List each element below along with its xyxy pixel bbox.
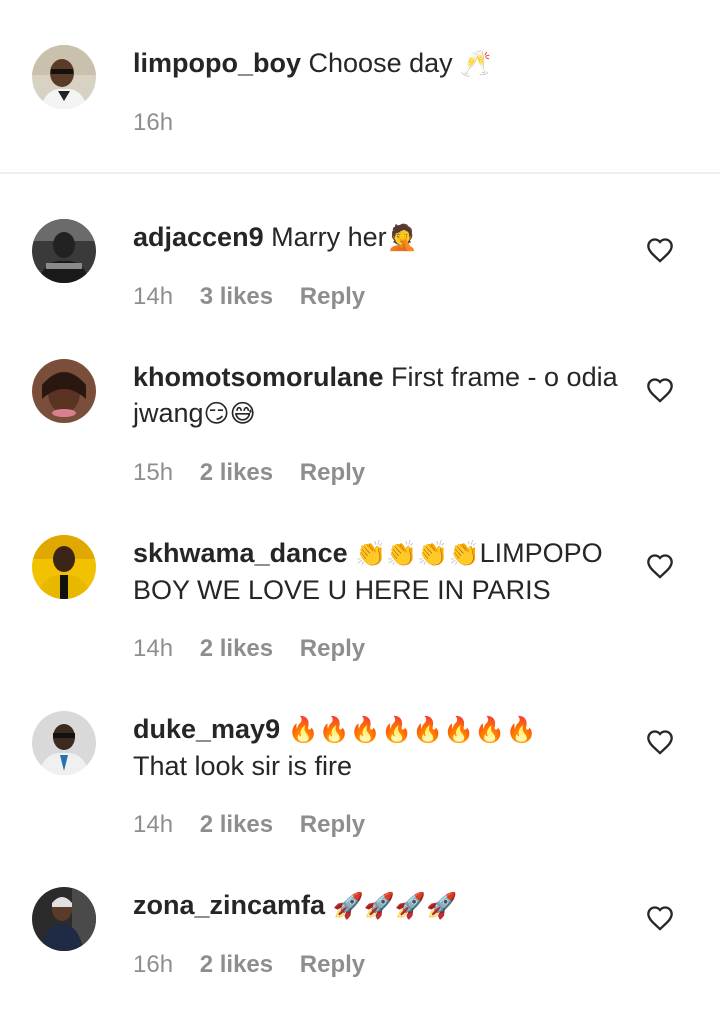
heart-outline-icon[interactable]: [646, 729, 674, 755]
reply-button[interactable]: Reply: [300, 459, 365, 486]
timestamp: 15h: [133, 459, 174, 486]
emoji: 😏😅: [203, 399, 256, 428]
likes-count[interactable]: 2 likes: [200, 459, 273, 486]
heart-outline-icon[interactable]: [646, 237, 674, 263]
comment-meta: 14h 2 likes Reply: [133, 634, 385, 664]
comment-item: skhwama_dance 👏👏👏👏LIMPOPO BOY WE LOVE U …: [0, 490, 720, 666]
comment-body: Marry her: [271, 222, 387, 252]
avatar[interactable]: [32, 535, 96, 599]
comment-text: adjaccen9 Marry her🤦: [133, 219, 618, 256]
comment-meta: 14h 2 likes Reply: [133, 810, 385, 840]
emoji: 🚀🚀🚀🚀: [332, 891, 458, 920]
caption-text: limpopo_boy Choose day 🥂: [133, 45, 618, 82]
comment-meta: 15h 2 likes Reply: [133, 458, 385, 488]
likes-count[interactable]: 3 likes: [200, 283, 273, 310]
avatar[interactable]: [32, 359, 96, 423]
reply-button[interactable]: Reply: [300, 635, 365, 662]
timestamp: 16h: [133, 951, 174, 978]
avatar-image: [32, 219, 96, 283]
avatar-image: [32, 359, 96, 423]
emoji: 🤦: [386, 223, 418, 252]
avatar[interactable]: [32, 45, 96, 109]
username[interactable]: duke_may9: [133, 714, 280, 744]
avatar-image: [32, 887, 96, 951]
comment-item: duke_may9 🔥🔥🔥🔥🔥🔥🔥🔥 That look sir is fire…: [0, 666, 720, 842]
timestamp: 16h: [133, 109, 174, 136]
username[interactable]: khomotsomorulane: [133, 362, 384, 392]
heart-outline-icon[interactable]: [646, 553, 674, 579]
likes-count[interactable]: 2 likes: [200, 811, 273, 838]
heart-outline-icon[interactable]: [646, 377, 674, 403]
comment-meta: 16h 2 likes Reply: [133, 950, 385, 980]
comment-text: zona_zincamfa 🚀🚀🚀🚀: [133, 887, 618, 924]
username[interactable]: limpopo_boy: [133, 48, 301, 78]
caption-body: Choose day: [308, 48, 453, 78]
avatar[interactable]: [32, 711, 96, 775]
username[interactable]: zona_zincamfa: [133, 890, 325, 920]
timestamp: 14h: [133, 635, 174, 662]
avatar[interactable]: [32, 887, 96, 951]
avatar-image: [32, 711, 96, 775]
username[interactable]: skhwama_dance: [133, 538, 348, 568]
comment-text: khomotsomorulane First frame - o odia jw…: [133, 359, 618, 432]
reply-button[interactable]: Reply: [300, 811, 365, 838]
comment-body: That look sir is fire: [133, 751, 353, 781]
avatar-image: [32, 45, 96, 109]
timestamp: 14h: [133, 283, 174, 310]
comment-text: skhwama_dance 👏👏👏👏LIMPOPO BOY WE LOVE U …: [133, 535, 618, 608]
emoji: 🔥🔥🔥🔥🔥🔥🔥🔥: [287, 715, 537, 744]
timestamp: 14h: [133, 811, 174, 838]
comment-item: zona_zincamfa 🚀🚀🚀🚀 16h 2 likes Reply: [0, 842, 720, 1016]
comment-meta: 14h 3 likes Reply: [133, 282, 385, 312]
emoji: 👏👏👏👏: [355, 539, 480, 568]
comment-item: adjaccen9 Marry her🤦 14h 3 likes Reply: [0, 174, 720, 334]
emoji: 🥂: [460, 49, 492, 78]
comment-text: duke_may9 🔥🔥🔥🔥🔥🔥🔥🔥 That look sir is fire: [133, 711, 618, 784]
likes-count[interactable]: 2 likes: [200, 951, 273, 978]
avatar[interactable]: [32, 219, 96, 283]
caption-meta: 16h: [133, 108, 193, 138]
comment-item: khomotsomorulane First frame - o odia jw…: [0, 314, 720, 490]
reply-button[interactable]: Reply: [300, 951, 365, 978]
username[interactable]: adjaccen9: [133, 222, 264, 252]
post-caption: limpopo_boy Choose day 🥂 16h: [0, 0, 720, 172]
likes-count[interactable]: 2 likes: [200, 635, 273, 662]
reply-button[interactable]: Reply: [300, 283, 365, 310]
heart-outline-icon[interactable]: [646, 905, 674, 931]
avatar-image: [32, 535, 96, 599]
